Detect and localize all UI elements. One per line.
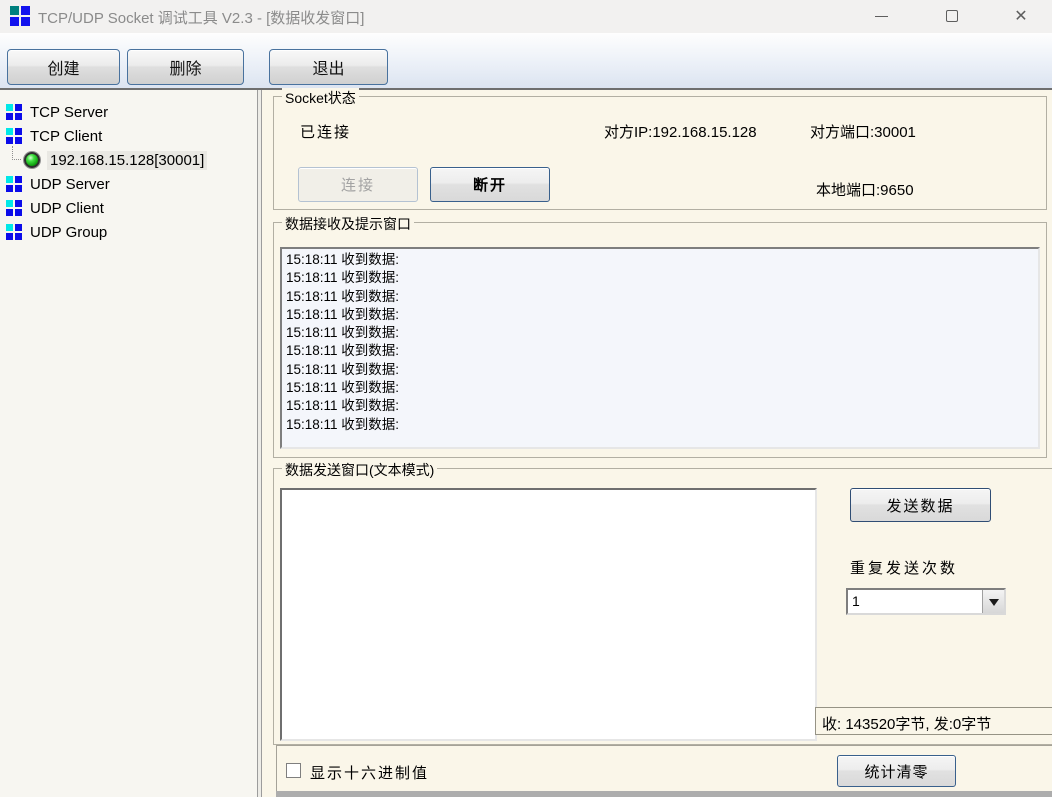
connect-button[interactable]: 连接 <box>298 167 418 202</box>
create-button[interactable]: 创建 <box>7 49 120 85</box>
send-input[interactable] <box>280 488 817 741</box>
repeat-count-value: 1 <box>848 590 982 613</box>
footer-panel: 显示十六进制值 统计清零 <box>276 745 1052 791</box>
receive-log[interactable]: 15:18:11 收到数据: 15:18:11 收到数据: 15:18:11 收… <box>280 247 1040 449</box>
grid-icon <box>6 104 22 120</box>
socket-connected-icon <box>24 152 40 168</box>
data-window-panel: Socket状态 已连接 对方IP:192.168.15.128 对方端口:30… <box>262 90 1052 797</box>
minimize-icon <box>875 16 888 17</box>
send-data-button[interactable]: 发送数据 <box>850 488 991 522</box>
window-title: TCP/UDP Socket 调试工具 V2.3 - [数据收发窗口] <box>38 7 364 28</box>
window-bottom-edge <box>276 791 1052 797</box>
grid-icon <box>6 200 22 216</box>
clear-stats-button[interactable]: 统计清零 <box>837 755 956 787</box>
tree-item-label: UDP Server <box>30 176 110 193</box>
tree-item[interactable]: 192.168.15.128[30001] <box>0 148 257 172</box>
tree-item-label: TCP Client <box>30 128 102 145</box>
tree: TCP Server TCP Client 192.168.15.128[30001… <box>0 90 257 797</box>
app-icon-square <box>10 17 19 26</box>
tree-item-label: UDP Client <box>30 200 104 217</box>
byte-stats: 收: 143520字节, 发:0字节 <box>815 707 1052 735</box>
hex-checkbox-label: 显示十六进制值 <box>310 762 429 783</box>
app-icon <box>10 6 30 26</box>
peer-port-label: 对方端口:30001 <box>810 121 916 142</box>
connection-state: 已连接 <box>300 121 351 142</box>
title-bar: TCP/UDP Socket 调试工具 V2.3 - [数据收发窗口] ✕ <box>0 0 1052 33</box>
maximize-icon <box>946 10 958 22</box>
delete-button[interactable]: 删除 <box>127 49 244 85</box>
tree-item[interactable]: TCP Server <box>0 100 257 124</box>
tree-item[interactable]: UDP Server <box>0 172 257 196</box>
close-icon: ✕ <box>1014 6 1027 26</box>
grid-icon <box>6 176 22 192</box>
app-window: TCP/UDP Socket 调试工具 V2.3 - [数据收发窗口] ✕ 创建… <box>0 0 1052 797</box>
socket-status-group: Socket状态 已连接 对方IP:192.168.15.128 对方端口:30… <box>273 96 1047 210</box>
toolbar: 创建 删除 退出 <box>0 33 1052 90</box>
combobox-dropdown-button[interactable] <box>982 590 1004 613</box>
tree-item[interactable]: UDP Client <box>0 196 257 220</box>
repeat-count-label: 重复发送次数 <box>850 557 958 578</box>
repeat-count-combobox[interactable]: 1 <box>846 588 1006 615</box>
peer-ip-label: 对方IP:192.168.15.128 <box>604 121 757 142</box>
minimize-button[interactable] <box>858 0 904 32</box>
send-group: 数据发送窗口(文本模式) 发送数据 重复发送次数 1 收: 143520字节, … <box>273 468 1052 745</box>
receive-group-title: 数据接收及提示窗口 <box>282 214 414 234</box>
tree-item-label: UDP Group <box>30 224 107 241</box>
receive-group: 数据接收及提示窗口 15:18:11 收到数据: 15:18:11 收到数据: … <box>273 222 1047 458</box>
maximize-button[interactable] <box>929 0 975 32</box>
grid-icon <box>6 128 22 144</box>
app-icon-square <box>21 6 30 15</box>
tree-connector <box>12 146 21 160</box>
app-icon-square <box>21 17 30 26</box>
socket-status-group-title: Socket状态 <box>282 88 359 108</box>
tree-item[interactable]: TCP Client <box>0 124 257 148</box>
hex-checkbox[interactable] <box>286 763 301 778</box>
close-button[interactable]: ✕ <box>998 0 1044 32</box>
exit-button[interactable]: 退出 <box>269 49 388 85</box>
disconnect-button[interactable]: 断开 <box>430 167 550 202</box>
grid-icon <box>6 224 22 240</box>
tree-item-label: TCP Server <box>30 104 108 121</box>
local-port-label: 本地端口:9650 <box>816 179 914 200</box>
app-icon-square <box>10 6 19 15</box>
tree-item[interactable]: UDP Group <box>0 220 257 244</box>
tree-item-label: 192.168.15.128[30001] <box>47 151 207 170</box>
chevron-down-icon <box>989 599 999 611</box>
send-group-title: 数据发送窗口(文本模式) <box>282 460 437 480</box>
